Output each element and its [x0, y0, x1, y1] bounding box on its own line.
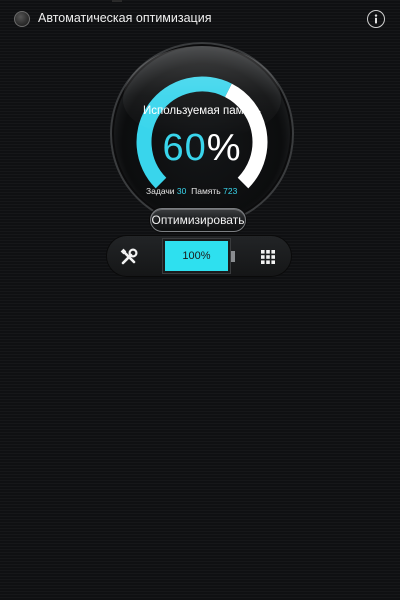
memory-label: Память: [191, 186, 221, 196]
memory-amount: 723: [223, 186, 238, 196]
grid-icon[interactable]: [255, 244, 281, 270]
battery-level-text: 100%: [182, 250, 211, 262]
tools-icon[interactable]: [116, 244, 142, 270]
memory-usage-value: 60%: [150, 126, 254, 170]
memory-usage-percent-sign: %: [206, 127, 242, 169]
stats-line: Задачи 30 Память 723: [146, 186, 260, 196]
optimize-button[interactable]: Оптимизировать: [150, 208, 246, 232]
info-icon[interactable]: [367, 10, 385, 28]
top-bar: Автоматическая оптимизация: [0, 0, 400, 38]
tasks-label: Задачи: [146, 186, 175, 196]
auto-optimize-label[interactable]: Автоматическая оптимизация: [38, 11, 211, 25]
auto-optimize-toggle[interactable]: [14, 11, 30, 27]
tasks-count: 30: [176, 186, 187, 196]
memory-usage-number: 60: [162, 127, 207, 169]
battery-terminal: [231, 251, 235, 262]
battery-indicator[interactable]: 100%: [163, 239, 230, 273]
memory-gauge-label: Используемая память: [143, 105, 261, 117]
